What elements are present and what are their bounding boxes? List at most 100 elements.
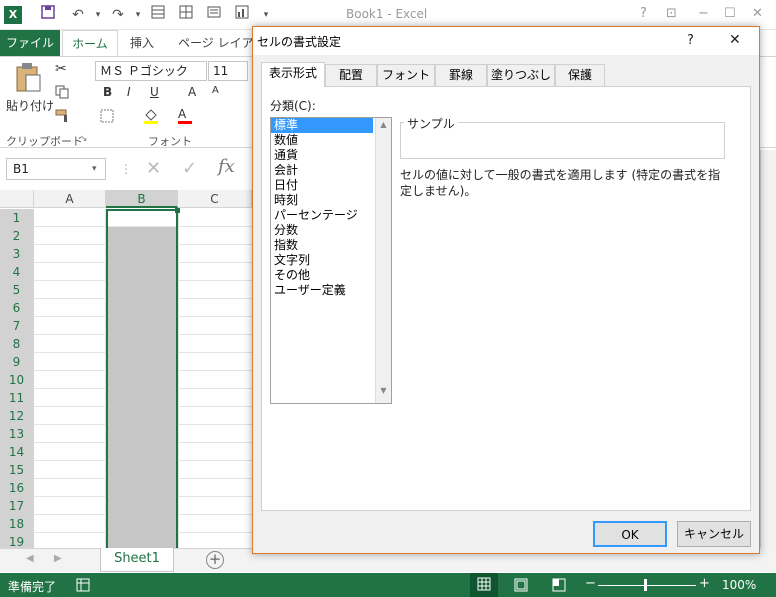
chart-icon[interactable] (232, 5, 252, 25)
tab-home[interactable]: ホーム (62, 30, 118, 56)
ribbon-display-icon[interactable]: ⊡ (666, 6, 677, 21)
redo-dropdown-icon[interactable]: ▾ (128, 5, 148, 25)
list-item[interactable]: 会計 (271, 163, 373, 178)
tab-fill[interactable]: 塗りつぶし (487, 64, 555, 86)
undo-icon[interactable]: ↶ (68, 5, 88, 25)
row-header[interactable]: 2 (0, 227, 34, 245)
help-button[interactable]: ? (640, 6, 647, 21)
row-header[interactable]: 8 (0, 335, 34, 353)
row-header[interactable]: 12 (0, 407, 34, 425)
column-header[interactable]: B (106, 190, 178, 208)
table-icon[interactable] (176, 5, 196, 25)
list-item[interactable]: パーセンテージ (271, 208, 373, 223)
list-item[interactable]: 日付 (271, 178, 373, 193)
copy-icon[interactable] (55, 85, 69, 102)
underline-button[interactable]: U (150, 85, 159, 99)
list-item[interactable]: 指数 (271, 238, 373, 253)
border-icon[interactable] (100, 109, 114, 126)
minimize-button[interactable]: − (698, 6, 709, 21)
cut-icon[interactable]: ✂ (55, 61, 67, 77)
paste-button-label[interactable]: 貼り付け (6, 97, 54, 114)
row-header[interactable]: 6 (0, 299, 34, 317)
fill-handle[interactable] (175, 208, 180, 213)
format-painter-icon[interactable] (55, 109, 71, 126)
cancel-entry-icon[interactable]: ✕ (146, 158, 161, 179)
new-sheet-icon[interactable]: + (206, 551, 224, 569)
save-icon[interactable] (38, 5, 58, 25)
bold-button[interactable]: B (103, 85, 112, 99)
row-header[interactable]: 11 (0, 389, 34, 407)
row-header[interactable]: 13 (0, 425, 34, 443)
name-box[interactable]: B1 (6, 158, 106, 180)
normal-view-icon[interactable] (470, 573, 498, 597)
close-window-button[interactable]: ✕ (752, 6, 763, 21)
tab-protection[interactable]: 保護 (555, 64, 605, 86)
zoom-level[interactable]: 100% (722, 578, 756, 592)
tab-insert[interactable]: 挿入 (130, 30, 154, 56)
shrink-font-button[interactable]: A (212, 85, 219, 96)
font-size-select[interactable]: 11 (208, 61, 248, 81)
row-header[interactable]: 10 (0, 371, 34, 389)
row-header[interactable]: 3 (0, 245, 34, 263)
row-header[interactable]: 16 (0, 479, 34, 497)
redo-icon[interactable]: ↷ (108, 5, 128, 25)
tab-border[interactable]: 罫線 (435, 64, 487, 86)
dialog-close-button[interactable]: ✕ (729, 32, 741, 48)
font-name-select[interactable]: ＭＳ Ｐゴシック (95, 61, 207, 81)
sheet-tab-active[interactable]: Sheet1 (100, 548, 174, 572)
list-item[interactable]: 通貨 (271, 148, 373, 163)
print-preview-icon[interactable] (204, 5, 224, 25)
scroll-up-icon[interactable]: ▲ (376, 120, 391, 129)
maximize-button[interactable]: ☐ (724, 6, 736, 21)
list-item[interactable]: 数値 (271, 133, 373, 148)
sheet-scroll-left-icon[interactable]: ◀ (26, 553, 34, 564)
row-header[interactable]: 7 (0, 317, 34, 335)
customize-qat-icon[interactable]: ▾ (256, 5, 276, 25)
zoom-slider[interactable] (598, 585, 696, 586)
list-item[interactable]: 分数 (271, 223, 373, 238)
row-header[interactable]: 19 (0, 533, 34, 549)
form-icon[interactable] (148, 5, 168, 25)
fill-color-icon[interactable] (143, 107, 159, 128)
worksheet-grid[interactable]: A B C 1 2 3 4 5 6 7 8 9 10 11 12 13 14 1… (0, 190, 252, 549)
cancel-button[interactable]: キャンセル (677, 521, 751, 547)
vertical-scrollbar[interactable] (760, 150, 776, 548)
list-item[interactable]: 時刻 (271, 193, 373, 208)
italic-button[interactable]: I (127, 85, 131, 99)
zoom-out-icon[interactable]: − (585, 576, 596, 591)
page-break-view-icon[interactable] (552, 578, 566, 595)
list-item[interactable]: ユーザー定義 (271, 283, 373, 298)
category-list[interactable]: 標準 数値 通貨 会計 日付 時刻 パーセンテージ 分数 指数 文字列 その他 … (270, 117, 392, 404)
macro-record-icon[interactable] (76, 578, 90, 595)
row-header[interactable]: 1 (0, 209, 34, 227)
tab-file[interactable]: ファイル (0, 30, 60, 56)
clipboard-launcher-icon[interactable]: ↘ (80, 134, 88, 144)
undo-dropdown-icon[interactable]: ▾ (88, 5, 108, 25)
row-header[interactable]: 14 (0, 443, 34, 461)
page-layout-view-icon[interactable] (514, 578, 528, 595)
tab-font[interactable]: フォント (377, 64, 435, 86)
list-item[interactable]: 標準 (271, 118, 373, 133)
row-header[interactable]: 9 (0, 353, 34, 371)
list-item[interactable]: 文字列 (271, 253, 373, 268)
dialog-help-button[interactable]: ? (687, 33, 694, 48)
tab-number-format[interactable]: 表示形式 (261, 62, 325, 87)
ok-button[interactable]: OK (593, 521, 667, 547)
confirm-entry-icon[interactable]: ✓ (182, 158, 197, 179)
column-header[interactable]: A (34, 190, 106, 208)
sheet-scroll-right-icon[interactable]: ▶ (54, 553, 62, 564)
column-header[interactable]: C (178, 190, 252, 208)
tab-alignment[interactable]: 配置 (325, 64, 377, 86)
scroll-down-icon[interactable]: ▼ (376, 386, 391, 395)
row-header[interactable]: 4 (0, 263, 34, 281)
zoom-slider-thumb[interactable] (644, 579, 647, 591)
paste-icon[interactable] (14, 61, 44, 98)
row-header[interactable]: 18 (0, 515, 34, 533)
row-header[interactable]: 17 (0, 497, 34, 515)
grow-font-button[interactable]: A (188, 85, 196, 99)
name-box-dropdown-icon[interactable]: ▾ (92, 164, 97, 174)
row-header[interactable]: 5 (0, 281, 34, 299)
list-scrollbar[interactable]: ▲ ▼ (375, 118, 391, 403)
select-all-corner[interactable] (0, 190, 34, 208)
list-item[interactable]: その他 (271, 268, 373, 283)
